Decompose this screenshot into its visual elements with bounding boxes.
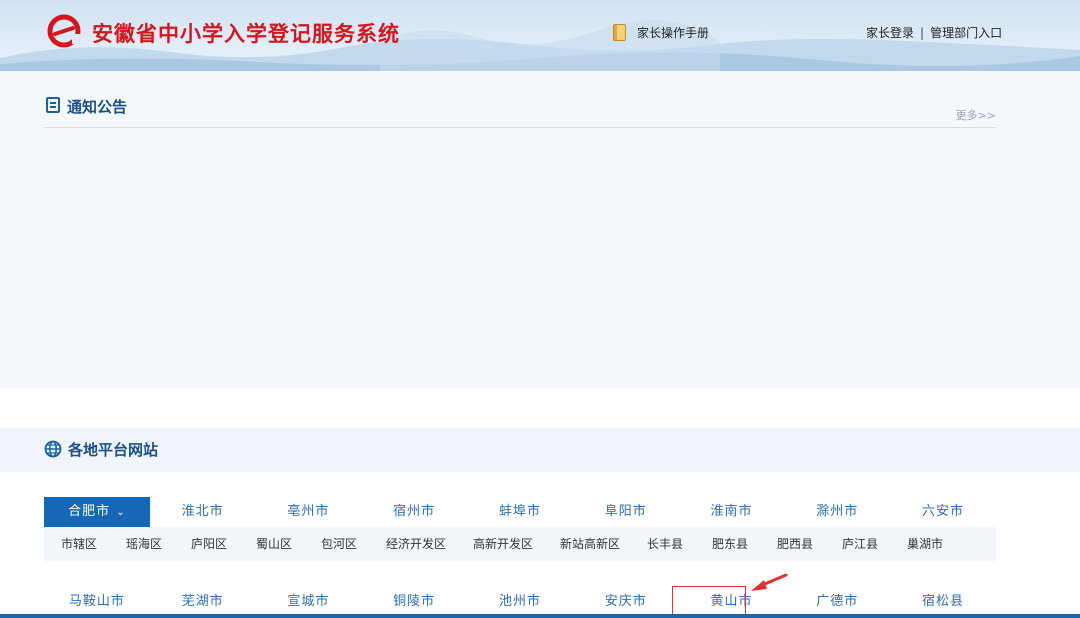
district-link[interactable]: 包河区 <box>321 527 357 561</box>
district-link[interactable]: 经济开发区 <box>386 527 446 561</box>
district-link[interactable]: 新站高新区 <box>560 527 620 561</box>
district-link[interactable]: 庐阳区 <box>191 527 227 561</box>
city-tab-bengbu[interactable]: 蚌埠市 <box>467 497 573 527</box>
notice-header: 通知公告 更多>> <box>44 95 996 128</box>
more-link[interactable]: 更多>> <box>956 107 996 123</box>
city-row-1: 合肥市 ⌄ 淮北市 亳州市 宿州市 蚌埠市 阜阳市 淮南市 滁州市 六安市 <box>44 497 996 527</box>
city-tab-luan[interactable]: 六安市 <box>890 497 996 527</box>
district-link[interactable]: 高新开发区 <box>473 527 533 561</box>
arrow-icon <box>751 573 788 591</box>
city-tab-suzhou[interactable]: 宿州市 <box>361 497 467 527</box>
admin-entry-link[interactable]: 管理部门入口 <box>930 24 1002 41</box>
site-header: 安徽省中小学入学登记服务系统 家长操作手册 家长登录 | 管理部门入口 <box>0 0 1080 71</box>
district-link[interactable]: 瑶海区 <box>126 527 162 561</box>
huangshan-highlight-box <box>672 586 746 615</box>
city-tab-fuyang[interactable]: 阜阳市 <box>573 497 679 527</box>
city-tab-tongling[interactable]: 铜陵市 <box>361 587 467 617</box>
globe-icon <box>44 440 62 458</box>
book-icon <box>613 24 626 41</box>
city-tab-xuancheng[interactable]: 宣城市 <box>256 587 362 617</box>
city-tab-chuzhou[interactable]: 滁州市 <box>784 497 890 527</box>
notice-title: 通知公告 <box>67 98 128 116</box>
city-tab-bozhou[interactable]: 亳州市 <box>256 497 362 527</box>
city-tab-hefei[interactable]: 合肥市 ⌄ <box>44 497 150 527</box>
link-separator: | <box>920 25 925 40</box>
district-link[interactable]: 长丰县 <box>647 527 683 561</box>
top-links: 家长登录 | 管理部门入口 <box>866 24 1002 41</box>
city-tab-chizhou[interactable]: 池州市 <box>467 587 573 617</box>
district-link[interactable]: 巢湖市 <box>907 527 943 561</box>
notice-panel: 通知公告 更多>> <box>0 71 1080 388</box>
notice-icon <box>46 97 60 113</box>
district-link[interactable]: 庐江县 <box>842 527 878 561</box>
parent-login-link[interactable]: 家长登录 <box>866 24 914 41</box>
regions-header: 各地平台网站 <box>0 428 1080 472</box>
district-link[interactable]: 蜀山区 <box>256 527 292 561</box>
parent-manual-link[interactable]: 家长操作手册 <box>613 24 709 41</box>
e-logo-icon <box>47 14 81 48</box>
city-tab-huaibei[interactable]: 淮北市 <box>150 497 256 527</box>
city-row-2: 马鞍山市 芜湖市 宣城市 铜陵市 池州市 安庆市 黄山市 广德市 宿松县 <box>44 587 996 617</box>
city-tab-susong[interactable]: 宿松县 <box>890 587 996 617</box>
city-tab-label: 合肥市 <box>68 504 111 519</box>
district-link[interactable]: 市辖区 <box>61 527 97 561</box>
city-tab-maanshan[interactable]: 马鞍山市 <box>44 587 150 617</box>
district-link[interactable]: 肥西县 <box>777 527 813 561</box>
city-tab-huainan[interactable]: 淮南市 <box>679 497 785 527</box>
site-title: 安徽省中小学入学登记服务系统 <box>92 22 400 46</box>
district-list: 市辖区 瑶海区 庐阳区 蜀山区 包河区 经济开发区 高新开发区 新站高新区 长丰… <box>44 527 996 561</box>
regions-title: 各地平台网站 <box>68 441 159 459</box>
city-tab-guangde[interactable]: 广德市 <box>784 587 890 617</box>
city-tab-wuhu[interactable]: 芜湖市 <box>150 587 256 617</box>
district-link[interactable]: 肥东县 <box>712 527 748 561</box>
chevron-down-icon: ⌄ <box>116 507 126 518</box>
parent-manual-label: 家长操作手册 <box>637 26 710 40</box>
bottom-bar <box>0 614 1080 618</box>
city-tab-anqing[interactable]: 安庆市 <box>573 587 679 617</box>
